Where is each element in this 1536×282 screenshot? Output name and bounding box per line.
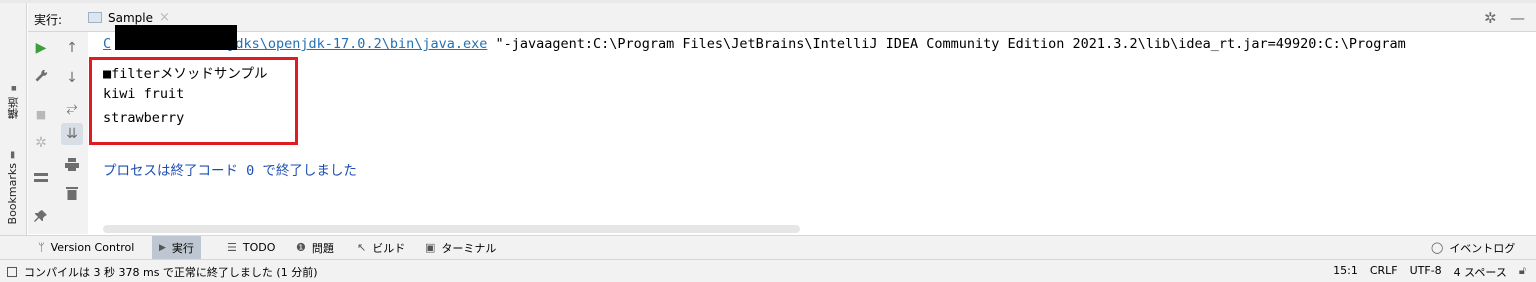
exit-message: プロセスは終了コード 0 で終了しました: [103, 163, 357, 179]
trash-icon[interactable]: [61, 182, 83, 204]
tab-version-control[interactable]: ᛘ Version Control: [31, 236, 141, 259]
tab-run[interactable]: ▶ 実行: [152, 236, 201, 259]
branch-icon: ᛘ: [38, 241, 45, 254]
run-panel-title: 実行:: [34, 13, 63, 27]
wrench-icon[interactable]: [30, 65, 52, 87]
horizontal-scrollbar[interactable]: [103, 225, 800, 233]
caret-position[interactable]: 15:1: [1333, 264, 1358, 280]
status-widgets: 15:1 CRLF UTF-8 4 スペース 🔓︎: [1333, 264, 1526, 280]
structure-tool-button[interactable]: 構造 ▪: [6, 83, 22, 119]
tab-build[interactable]: ↖ ビルド: [350, 236, 412, 259]
run-panel-header: 実行: Sample × ✲ —: [28, 3, 1536, 32]
bookmarks-label: Bookmarks: [6, 163, 19, 225]
structure-label: 構造: [7, 97, 20, 119]
tab-terminal[interactable]: ▣ ターミナル: [418, 236, 503, 259]
console-icon: [88, 12, 102, 23]
tab-build-label: ビルド: [372, 241, 406, 255]
tool-window-bar: ᛘ Version Control ▶ 実行 ☰ TODO ❶ 問題 ↖ ビルド…: [0, 235, 1536, 259]
event-log-icon: ◯: [1431, 241, 1444, 254]
toggle-tool-windows-icon[interactable]: [7, 267, 17, 277]
layout-icon[interactable]: [30, 167, 52, 189]
output-highlight-box: [89, 57, 298, 145]
redaction-box: [115, 25, 237, 50]
tab-label: Sample: [108, 10, 153, 25]
tab-run-label: 実行: [171, 241, 194, 255]
status-message[interactable]: コンパイルは 3 秒 378 ms で正常に終了しました (1 分前): [7, 264, 318, 280]
tab-todo-label: TODO: [242, 241, 276, 254]
status-bar: コンパイルは 3 秒 378 ms で正常に終了しました (1 分前) 15:1…: [0, 259, 1536, 282]
tab-version-control-label: Version Control: [50, 241, 135, 254]
console-output[interactable]: C .jdks\openjdk-17.0.2\bin\java.exe "-jav…: [89, 32, 1536, 234]
status-message-text: コンパイルは 3 秒 378 ms で正常に終了しました (1 分前): [24, 266, 318, 279]
tab-terminal-label: ターミナル: [441, 241, 497, 255]
warning-icon: ❶: [296, 241, 306, 254]
terminal-icon: ▣: [425, 241, 436, 254]
pin-icon[interactable]: [30, 205, 52, 227]
bookmark-icon: ▮: [7, 149, 18, 159]
tab-problems[interactable]: ❶ 問題: [289, 236, 341, 259]
close-icon[interactable]: ×: [159, 10, 170, 25]
bookmarks-tool-button[interactable]: Bookmarks ▮: [6, 149, 19, 224]
soft-wrap-icon[interactable]: ⥂: [61, 97, 83, 119]
gear-icon[interactable]: ✲: [1484, 9, 1497, 27]
tab-problems-label: 問題: [311, 241, 334, 255]
list-icon: ☰: [227, 241, 237, 254]
tab-todo[interactable]: ☰ TODO: [220, 236, 282, 259]
debug-icon[interactable]: ✲: [30, 132, 52, 154]
print-icon[interactable]: [61, 153, 83, 175]
event-log-button[interactable]: ◯ イベントログ: [1424, 236, 1522, 259]
stop-icon[interactable]: ■: [30, 103, 52, 125]
file-encoding[interactable]: UTF-8: [1410, 264, 1442, 280]
structure-icon: ▪: [9, 83, 19, 93]
lock-icon[interactable]: 🔓︎: [1519, 264, 1526, 280]
up-arrow-icon[interactable]: ↑: [61, 37, 83, 59]
run-icon[interactable]: ▶: [30, 37, 52, 59]
scroll-to-end-icon[interactable]: ⇊: [61, 123, 83, 145]
minimize-icon[interactable]: —: [1510, 9, 1525, 27]
line-separator[interactable]: CRLF: [1370, 264, 1398, 280]
play-icon: ▶: [159, 242, 166, 253]
run-toolbar: ▶ ↑ ↓ ■ ⥂ ⇊ ✲: [28, 32, 88, 234]
indent-setting[interactable]: 4 スペース: [1454, 264, 1507, 280]
down-arrow-icon[interactable]: ↓: [61, 67, 83, 89]
hammer-icon: ↖: [357, 241, 367, 254]
command-args: "-javaagent:C:\Program Files\JetBrains\I…: [487, 36, 1406, 52]
event-log-label: イベントログ: [1449, 241, 1516, 255]
left-tool-rail: 構造 ▪ Bookmarks ▮: [0, 3, 27, 258]
command-line: C .jdks\openjdk-17.0.2\bin\java.exe "-jav…: [103, 36, 1406, 52]
